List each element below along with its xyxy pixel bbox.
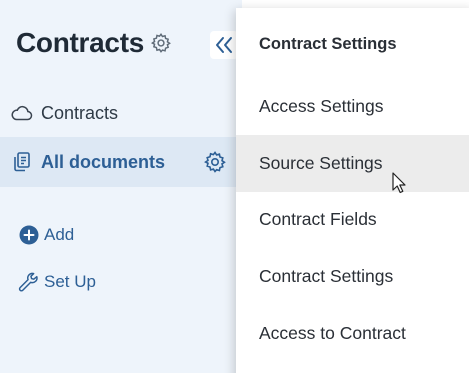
gear-icon[interactable] [203,150,227,174]
gear-icon[interactable] [150,32,172,54]
settings-dropdown-menu: Contract Settings Access Settings Source… [236,8,469,373]
sidebar: Contracts Contracts All documents Add Se… [0,0,242,373]
mouse-cursor-icon [392,172,406,194]
plus-circle-icon [18,224,40,246]
set-up-label: Set Up [44,272,96,291]
set-up-button[interactable]: Set Up [18,271,96,293]
add-label: Add [44,225,75,244]
page-title-row: Contracts [16,27,172,59]
add-button[interactable]: Add [18,224,74,246]
sidebar-item-label: All documents [41,151,166,172]
menu-item-access-to-contract[interactable]: Access to Contract [236,305,469,362]
sidebar-item-contracts[interactable]: Contracts [0,97,242,129]
sidebar-item-all-documents[interactable]: All documents [0,137,242,187]
sidebar-item-label: Contracts [41,102,119,123]
menu-header: Contract Settings [259,35,397,53]
menu-item-contract-settings[interactable]: Contract Settings [236,248,469,305]
wrench-icon [18,271,40,293]
menu-item-access-settings[interactable]: Access Settings [236,78,469,135]
double-chevron-left-icon [216,37,232,53]
menu-item-source-settings[interactable]: Source Settings [236,135,469,192]
cloud-icon [10,101,34,125]
menu-item-contract-fields[interactable]: Contract Fields [236,191,469,248]
documents-icon [10,150,34,174]
collapse-sidebar-button[interactable] [210,31,238,59]
page-title: Contracts [16,27,144,58]
